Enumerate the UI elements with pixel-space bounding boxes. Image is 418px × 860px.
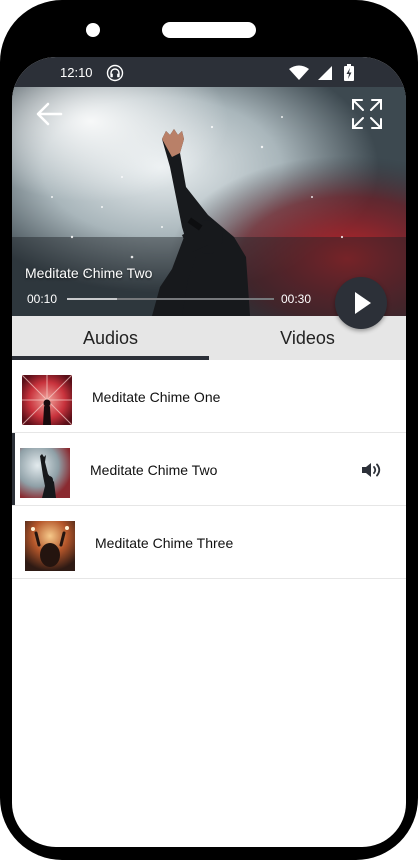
tab-audios[interactable]: Audios: [12, 316, 209, 360]
battery-icon: [344, 64, 354, 86]
track-thumbnail: [20, 448, 70, 498]
cellular-signal-icon: [318, 66, 332, 85]
track-thumbnail: [25, 521, 75, 571]
fullscreen-icon[interactable]: [350, 97, 384, 131]
total-time: 00:30: [281, 292, 312, 306]
earpiece-speaker: [162, 22, 256, 38]
track-title: Meditate Chime Three: [95, 535, 234, 551]
track-row-playing[interactable]: Meditate Chime Two: [12, 433, 406, 506]
screen: 12:10 Meditate Chime Two 00:10 00:30 Aud…: [12, 57, 406, 847]
track-thumbnail: [22, 375, 72, 425]
current-time: 00:10: [27, 292, 58, 306]
track-list: Meditate Chime One Meditate Chime Two Me…: [12, 360, 406, 579]
status-bar: 12:10: [12, 57, 406, 87]
wifi-icon: [289, 65, 309, 85]
track-row[interactable]: Meditate Chime Three: [12, 506, 406, 579]
progress-fill: [67, 298, 117, 300]
headset-icon: [106, 64, 124, 87]
speaker-volume-icon[interactable]: [360, 460, 384, 485]
front-camera: [86, 23, 100, 37]
progress-bar[interactable]: [67, 298, 274, 300]
status-time: 12:10: [60, 65, 93, 80]
track-row[interactable]: Meditate Chime One: [12, 360, 406, 433]
back-arrow-icon[interactable]: [34, 99, 64, 129]
play-button[interactable]: [335, 277, 387, 329]
phone-frame: 12:10 Meditate Chime Two 00:10 00:30 Aud…: [0, 0, 418, 860]
play-icon: [355, 292, 371, 314]
track-title: Meditate Chime Two: [90, 462, 218, 478]
track-title: Meditate Chime One: [92, 389, 221, 405]
now-playing-title: Meditate Chime Two: [25, 265, 153, 281]
